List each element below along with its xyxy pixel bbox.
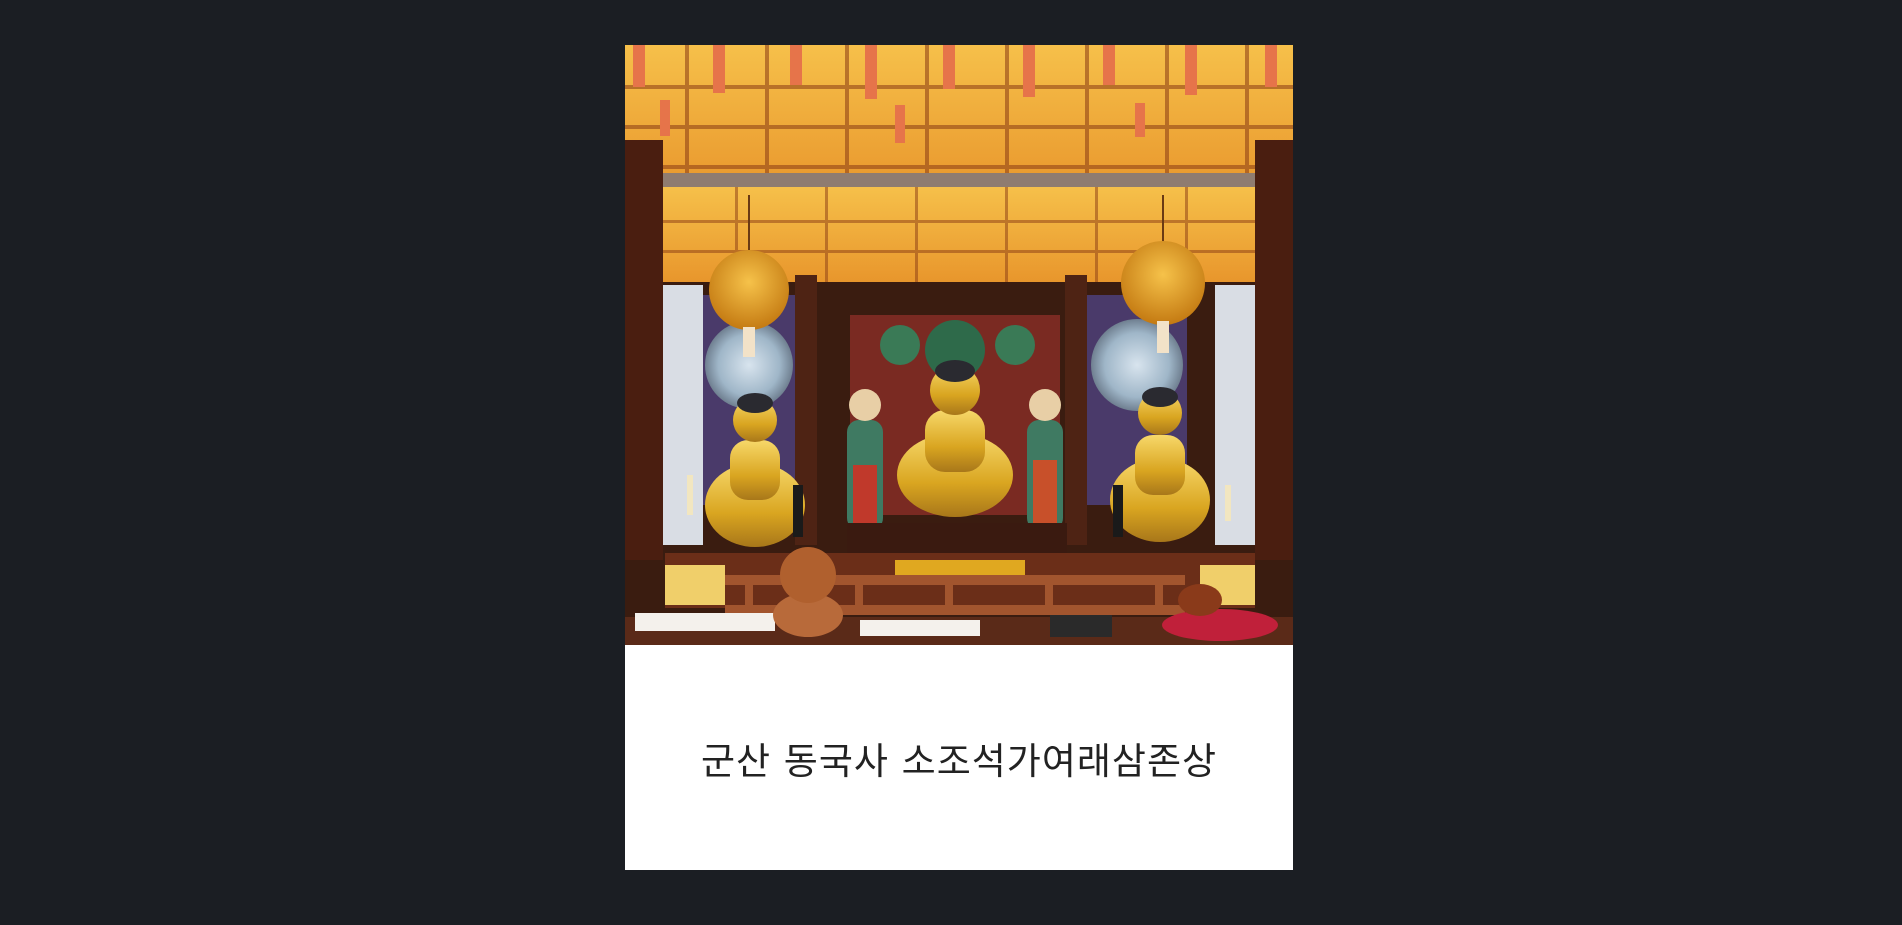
photo-card: 군산 동국사 소조석가여래삼존상: [625, 45, 1293, 870]
image-viewer: 군산 동국사 소조석가여래삼존상: [0, 0, 1902, 925]
temple-altar-photo: [625, 45, 1293, 645]
photo-caption: 군산 동국사 소조석가여래삼존상: [700, 739, 1218, 783]
